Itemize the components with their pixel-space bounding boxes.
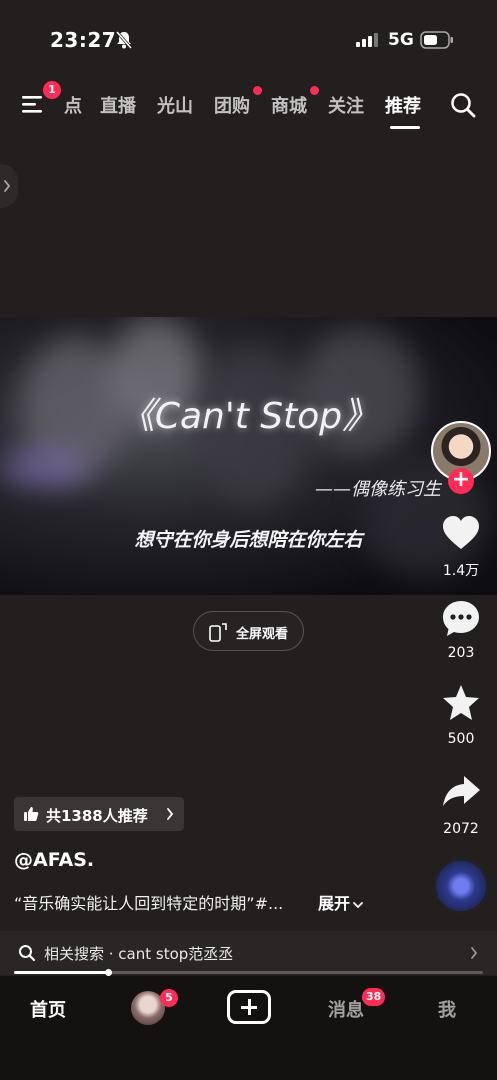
- menu-icon[interactable]: [20, 92, 46, 116]
- chevron-right-icon: [4, 180, 11, 192]
- tab-home[interactable]: 首页: [30, 996, 66, 1022]
- expand-label: 展开: [318, 894, 351, 913]
- friends-badge: 5: [160, 989, 178, 1007]
- playback-progress-bar[interactable]: [14, 969, 483, 976]
- favorite-count: 500: [447, 731, 475, 747]
- comment-icon[interactable]: [440, 598, 482, 640]
- recommend-chip[interactable]: 共1388人推荐: [14, 797, 184, 831]
- cellular-signal-icon: [356, 33, 378, 47]
- tab-me[interactable]: 我: [438, 996, 456, 1022]
- video-title: 《Can't Stop》: [118, 396, 379, 437]
- follow-button[interactable]: +: [448, 468, 474, 494]
- video-subtitle: ——偶像练习生: [315, 479, 441, 500]
- tab-guangshan[interactable]: 光山: [157, 92, 193, 118]
- video-description: “音乐确实能让人回到特定的时期”#...: [14, 894, 284, 913]
- chevron-right-icon: [471, 947, 478, 959]
- side-drawer-handle[interactable]: [0, 164, 18, 208]
- chevron-down-icon: [353, 901, 363, 908]
- fullscreen-label: 全屏观看: [236, 627, 289, 642]
- bottom-tab-bar: 首页 5 消息 38 我: [0, 976, 497, 1080]
- playback-progress-knob[interactable]: [104, 969, 112, 976]
- music-disc[interactable]: [433, 858, 489, 914]
- author-name[interactable]: @AFAS.: [14, 849, 94, 871]
- search-icon: [19, 945, 36, 962]
- top-nav: 1 点 直播 光山 团购 商城 关注 推荐: [0, 80, 497, 130]
- like-count: 1.4万: [442, 563, 480, 579]
- share-icon[interactable]: [440, 770, 482, 812]
- tab-messages[interactable]: 消息: [328, 996, 364, 1022]
- recommend-count-label: 共1388人推荐: [46, 807, 148, 825]
- thumbs-up-icon: [24, 807, 39, 821]
- tab-dian[interactable]: 点: [64, 92, 82, 118]
- active-tab-indicator: [390, 126, 420, 129]
- heart-icon[interactable]: [440, 512, 482, 554]
- tab-recommend[interactable]: 推荐: [385, 92, 421, 118]
- video-frame[interactable]: 《Can't Stop》 ——偶像练习生 想守在你身后想陪在你左右: [0, 317, 497, 595]
- related-search-bar[interactable]: 相关搜索 · cant stop范丞丞: [0, 931, 497, 975]
- battery-icon: [420, 31, 453, 49]
- tab-following[interactable]: 关注: [328, 92, 364, 118]
- mall-dot: [310, 86, 319, 95]
- star-icon[interactable]: [440, 682, 482, 724]
- chevron-right-icon: [167, 808, 174, 820]
- tab-group-buy[interactable]: 团购: [214, 92, 250, 118]
- search-icon[interactable]: [449, 91, 477, 119]
- messages-badge: 38: [362, 988, 386, 1006]
- status-bar: 23:27 5G: [0, 0, 497, 80]
- fullscreen-button[interactable]: 全屏观看: [193, 611, 304, 651]
- network-type: 5G: [388, 30, 414, 50]
- menu-badge: 1: [43, 81, 61, 99]
- expand-button[interactable]: 展开: [318, 890, 364, 914]
- share-count: 2072: [443, 821, 479, 837]
- playback-progress-fill: [14, 971, 108, 974]
- comment-count: 203: [447, 645, 475, 661]
- related-search-label: 相关搜索 · cant stop范丞丞: [44, 945, 234, 963]
- tab-live[interactable]: 直播: [100, 92, 136, 118]
- tab-mall[interactable]: 商城: [271, 92, 307, 118]
- video-lyric: 想守在你身后想陪在你左右: [134, 529, 363, 551]
- rotate-screen-icon: [209, 623, 227, 642]
- clock: 23:27: [50, 28, 117, 52]
- create-button[interactable]: [227, 990, 271, 1024]
- bell-muted-icon: [115, 31, 133, 49]
- group-buy-dot: [253, 86, 262, 95]
